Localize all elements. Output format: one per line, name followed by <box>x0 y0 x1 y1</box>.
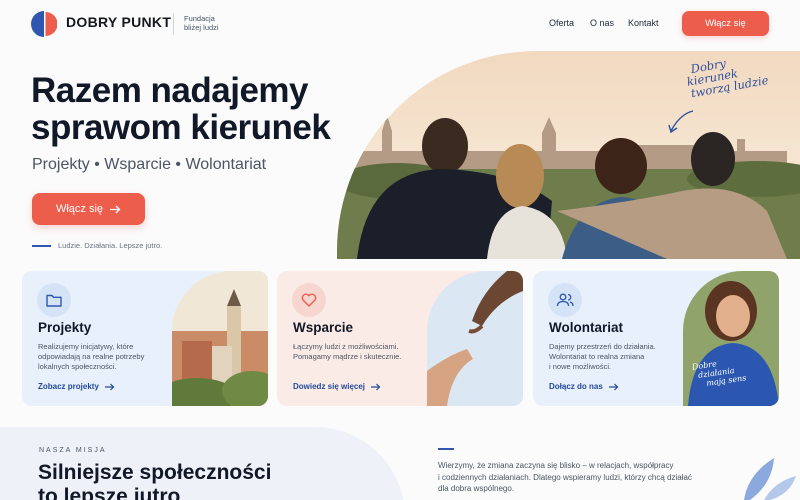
tagline: Ludzie. Działania. Lepsze jutro. <box>58 241 163 250</box>
card-description: Łączymy ludzi z możliwościami. Pomagamy … <box>293 342 423 362</box>
card-icon-wrap <box>37 283 71 317</box>
card-link-label: Zobacz projekty <box>38 382 99 391</box>
nav-link-o-nas[interactable]: O nas <box>590 18 614 28</box>
mission-text-line: dla dobra wspólnego. <box>438 484 515 493</box>
card-title: Projekty <box>38 320 92 335</box>
card-description: Dajemy przestrzeń do działania. Wolontar… <box>549 342 679 372</box>
arrow-right-icon <box>104 383 115 390</box>
hero-subtitle: Projekty • Wsparcie • Wolontariat <box>32 156 267 173</box>
nav-link-oferta[interactable]: Oferta <box>549 18 574 28</box>
card-text-line: Łączymy ludzi z możliwościami. <box>293 342 399 351</box>
hero-title: Razem nadajemy sprawom kierunek <box>31 72 361 146</box>
folder-icon <box>46 294 62 307</box>
card-wsparcie[interactable]: Wsparcie Łączymy ludzi z możliwościami. … <box>277 271 523 406</box>
card-icon-wrap <box>292 283 326 317</box>
card-link-dowiedz-sie-wiecej[interactable]: Dowiedz się więcej <box>293 382 381 391</box>
mission-text: Wierzymy, że zmiana zaczyna się blisko –… <box>438 460 738 495</box>
brand-subtitle-line: Fundacja <box>184 14 215 23</box>
mission-text-line: Wierzymy, że zmiana zaczyna się blisko –… <box>438 461 674 470</box>
card-text-line: Realizujemy inicjatywy, które <box>38 342 134 351</box>
card-link-dolacz-do-nas[interactable]: Dołącz do nas <box>549 382 619 391</box>
mission-title-line: to lepsze jutro <box>38 485 181 500</box>
logo-icon[interactable] <box>31 11 57 37</box>
arrow-right-icon <box>371 383 381 390</box>
mission-title-line: Silniejsze społeczności <box>38 461 272 484</box>
card-photo-volunteer: Dobre działania mają sens <box>683 271 779 406</box>
brand-name[interactable]: DOBRY PUNKT <box>66 14 171 30</box>
card-text-line: Pomagamy mądrze i skutecznie. <box>293 352 402 361</box>
card-title: Wolontariat <box>549 320 623 335</box>
curved-arrow-icon <box>668 110 694 134</box>
card-text-line: Wolontariat to realna zmiana <box>549 352 645 361</box>
brand-subtitle-line: bliżej ludzi <box>184 23 219 32</box>
card-text-line: odpowiadają na realne potrzeby <box>38 352 145 361</box>
leaf-decoration-icon <box>744 458 796 500</box>
hero-join-label: Włącz się <box>55 203 104 215</box>
hero-title-line: Razem nadajemy <box>31 71 309 110</box>
card-text-line: i nowe możliwości. <box>549 362 612 371</box>
card-title: Wsparcie <box>293 320 354 335</box>
header-join-button[interactable]: Włącz się <box>682 11 769 36</box>
site-header: DOBRY PUNKT Fundacja bliżej ludzi Oferta… <box>0 0 800 48</box>
arrow-right-icon <box>110 205 121 213</box>
card-icon-wrap <box>548 283 582 317</box>
card-link-label: Dołącz do nas <box>549 382 603 391</box>
card-text-line: Dajemy przestrzeń do działania. <box>549 342 656 351</box>
card-photo-hands <box>427 271 523 406</box>
hero-join-button[interactable]: Włącz się <box>32 193 145 225</box>
nav-link-kontakt[interactable]: Kontakt <box>628 18 659 28</box>
mission-label: NASZA MISJA <box>39 447 107 454</box>
mission-accent <box>438 448 454 450</box>
brand-divider <box>173 13 174 35</box>
hero-title-line: sprawom kierunek <box>31 108 331 147</box>
card-description: Realizujemy inicjatywy, które odpowiadaj… <box>38 342 168 372</box>
mission-title: Silniejsze społeczności to lepsze jutro <box>38 461 298 500</box>
card-link-zobacz-projekty[interactable]: Zobacz projekty <box>38 382 115 391</box>
mission-text-line: i codziennych działaniach. Dlatego wspie… <box>438 472 692 482</box>
card-wolontariat[interactable]: Wolontariat Dajemy przestrzeń do działan… <box>533 271 779 406</box>
card-text-line: lokalnych społeczności. <box>38 362 117 371</box>
card-link-label: Dowiedz się więcej <box>293 382 366 391</box>
card-photo-city <box>172 271 268 406</box>
card-projekty[interactable]: Projekty Realizujemy inicjatywy, które o… <box>22 271 268 406</box>
tagline-accent <box>32 245 51 247</box>
users-icon <box>556 293 574 307</box>
arrow-right-icon <box>608 383 619 390</box>
heart-icon <box>301 293 317 307</box>
brand-subtitle: Fundacja bliżej ludzi <box>184 14 234 32</box>
